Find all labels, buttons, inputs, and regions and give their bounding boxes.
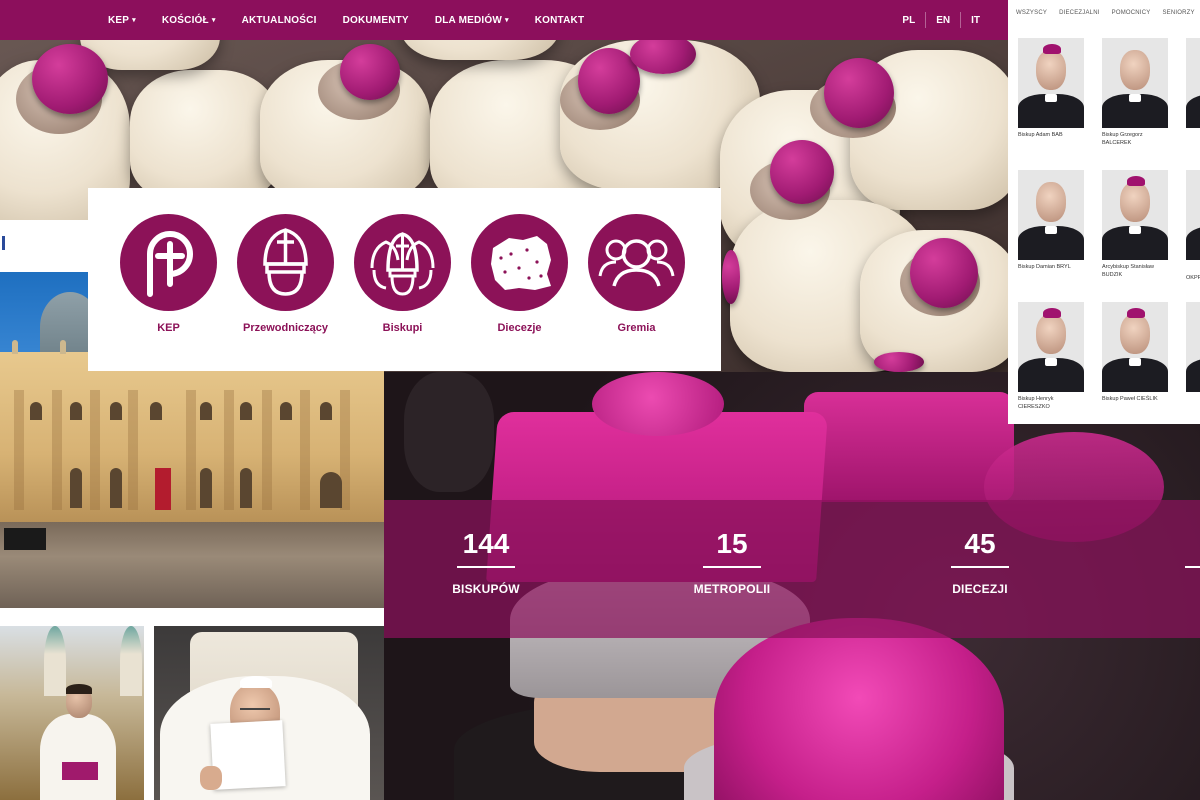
- tab-diecezjalni[interactable]: DIECEZJALNI: [1059, 10, 1100, 16]
- quick-link-label: KEP: [157, 322, 180, 334]
- nav-item-kosciol[interactable]: KOŚCIÓŁ ▾: [162, 15, 216, 26]
- gallery-tabs: WSZYSCY DIECEZJALNI POMOCNICY SENIORZY: [1008, 0, 1200, 16]
- news-thumbnail-priest[interactable]: [0, 626, 144, 800]
- lang-en[interactable]: EN: [936, 15, 950, 26]
- bishop-photo: [1186, 170, 1200, 260]
- quick-links-card: KEP Przewodniczący Biskupi Diecezje Grem…: [88, 188, 721, 371]
- nav-item-dla-mediow[interactable]: DLA MEDIÓW ▾: [435, 15, 509, 26]
- stat-value: 15: [716, 528, 748, 559]
- bishop-card[interactable]: Biskup Damian BRYL: [1018, 170, 1084, 271]
- bishop-photo: [1102, 302, 1168, 392]
- section-marker: [2, 236, 5, 250]
- bishop-photo: [1102, 170, 1168, 260]
- tab-pomocnicy[interactable]: POMOCNICY: [1112, 10, 1151, 16]
- bishop-photo: [1018, 302, 1084, 392]
- bishop-photo: [1018, 38, 1084, 128]
- nav-item-label: KOŚCIÓŁ: [161, 14, 209, 26]
- nav-item-label: AKTUALNOŚCI: [241, 14, 317, 26]
- nav-item-label: KONTAKT: [534, 14, 585, 26]
- bishop-card-partial[interactable]: [1186, 38, 1200, 128]
- quick-link-label: Biskupi: [382, 322, 423, 334]
- stat-partial: 1: [1154, 530, 1200, 568]
- stat-value: 144: [462, 528, 510, 559]
- bishop-photo: [1186, 38, 1200, 128]
- divider: [703, 566, 761, 568]
- nav-menu: KEP ▾ KOŚCIÓŁ ▾ AKTUALNOŚCI DOKUMENTY DL…: [108, 15, 610, 26]
- nav-item-label: DLA MEDIÓW: [434, 14, 502, 26]
- divider: [925, 12, 927, 28]
- lang-pl[interactable]: PL: [902, 15, 915, 26]
- nav-item-label: KEP: [108, 14, 130, 26]
- quick-link-kep[interactable]: KEP: [110, 214, 227, 371]
- bishop-card-partial[interactable]: OKPP: [1186, 170, 1200, 282]
- news-thumbnail-pope[interactable]: [154, 626, 384, 800]
- divider: [960, 12, 962, 28]
- bishop-card[interactable]: Biskup Paweł CIEŚLIK: [1102, 302, 1168, 403]
- nav-item-aktualnosci[interactable]: AKTUALNOŚCI: [242, 15, 317, 26]
- bishop-name: Arcybiskup Stanisław: [1102, 264, 1154, 270]
- quick-link-gremia[interactable]: Gremia: [578, 214, 695, 371]
- bishop-name: Biskup Damian BRYL: [1018, 264, 1071, 270]
- quick-link-label: Gremia: [617, 322, 656, 334]
- bishop-name: Biskup Henryk: [1018, 396, 1054, 402]
- stat-label: METROPOLII: [693, 582, 771, 596]
- mitre-icon: [237, 214, 334, 311]
- people-group-icon: [588, 214, 685, 311]
- lang-it[interactable]: IT: [971, 15, 980, 26]
- bishop-name: Biskup Paweł CIEŚLIK: [1102, 396, 1158, 402]
- bishop-card[interactable]: Biskup Henryk CIERESZKO: [1018, 302, 1084, 412]
- stat-value: 45: [964, 528, 996, 559]
- bishops-group-icon: [354, 214, 451, 311]
- poland-map-icon: [471, 214, 568, 311]
- bishop-name-partial: OKPP: [1186, 275, 1200, 281]
- divider: [951, 566, 1009, 568]
- quick-link-przewodniczacy[interactable]: Przewodniczący: [227, 214, 344, 371]
- nav-item-kep[interactable]: KEP ▾: [108, 15, 136, 26]
- divider: [457, 566, 515, 568]
- bishops-gallery: WSZYSCY DIECEZJALNI POMOCNICY SENIORZY B…: [1008, 0, 1200, 424]
- bishop-name-line2: BALCEREK: [1102, 140, 1132, 147]
- quick-link-diecezje[interactable]: Diecezje: [461, 214, 578, 371]
- tab-wszyscy[interactable]: WSZYSCY: [1016, 10, 1047, 16]
- screenshot-collage: KEP ▾ KOŚCIÓŁ ▾ AKTUALNOŚCI DOKUMENTY DL…: [0, 0, 1200, 800]
- tab-seniorzy[interactable]: SENIORZY: [1162, 10, 1194, 16]
- quick-link-label: Diecezje: [497, 322, 542, 334]
- nav-item-dokumenty[interactable]: DOKUMENTY: [343, 15, 409, 26]
- bishop-name-line2: CIERESZKO: [1018, 404, 1050, 411]
- nav-item-kontakt[interactable]: KONTAKT: [535, 15, 585, 26]
- statistics-band: 144 BISKUPÓW 15 METROPOLII 45 DIECEZJI 1: [384, 500, 1200, 638]
- bishop-name: Biskup Grzegorz: [1102, 132, 1143, 138]
- stat-label: BISKUPÓW: [452, 582, 520, 596]
- bishop-photo: [1018, 170, 1084, 260]
- bishop-card-partial[interactable]: [1186, 302, 1200, 392]
- bishop-name-line2: BUDZIK: [1102, 272, 1123, 279]
- stat-bishops: 144 BISKUPÓW: [426, 528, 546, 597]
- bishop-photo: [1102, 38, 1168, 128]
- nav-item-label: DOKUMENTY: [342, 14, 409, 26]
- kep-logo-icon: [120, 214, 217, 311]
- quick-link-label: Przewodniczący: [243, 322, 328, 334]
- stat-dioceses: 45 DIECEZJI: [920, 530, 1040, 596]
- bishop-photo: [1186, 302, 1200, 392]
- chevron-down-icon: ▾: [505, 17, 509, 24]
- bishop-name: Biskup Adam BAB: [1018, 132, 1063, 138]
- chevron-down-icon: ▾: [211, 17, 216, 24]
- bishop-card[interactable]: Biskup Adam BAB: [1018, 38, 1084, 139]
- section-header: [0, 222, 88, 270]
- divider: [1185, 566, 1200, 568]
- bishop-card[interactable]: Biskup Grzegorz BALCEREK: [1102, 38, 1168, 148]
- chevron-down-icon: ▾: [132, 17, 136, 24]
- bishop-card[interactable]: Arcybiskup Stanisław BUDZIK: [1102, 170, 1168, 280]
- stat-metropolies: 15 METROPOLII: [672, 528, 792, 597]
- quick-link-biskupi[interactable]: Biskupi: [344, 214, 461, 371]
- stat-value: 1: [1154, 530, 1200, 558]
- main-navigation: KEP ▾ KOŚCIÓŁ ▾ AKTUALNOŚCI DOKUMENTY DL…: [0, 0, 1008, 40]
- language-switcher: PL EN IT: [902, 12, 980, 28]
- stat-label: DIECEZJI: [952, 582, 1008, 596]
